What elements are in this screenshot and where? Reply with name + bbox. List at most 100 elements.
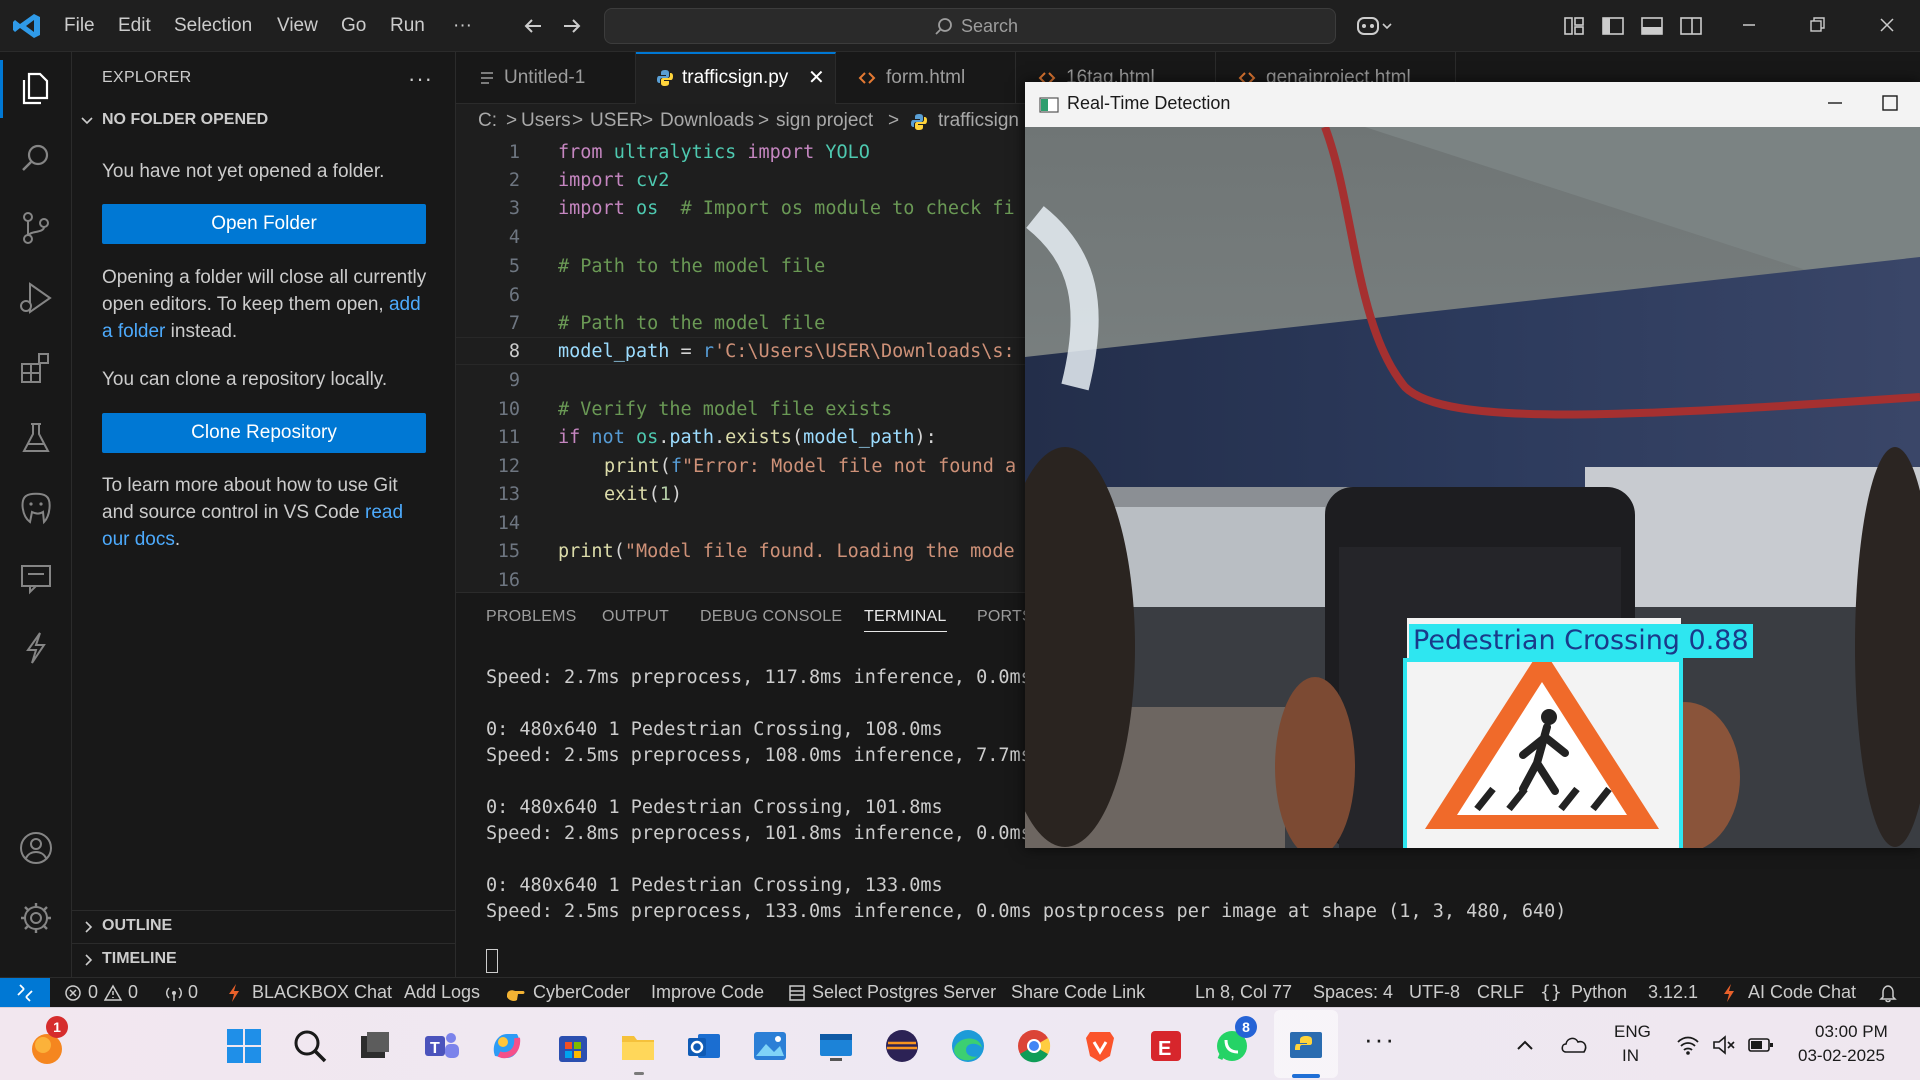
toggle-panel-icon[interactable]: [1638, 12, 1666, 40]
settings-gear-icon[interactable]: [16, 898, 56, 938]
real-time-detection-window[interactable]: Real-Time Detection Pedestrian Crossing …: [1025, 82, 1920, 848]
explorer-icon[interactable]: [16, 68, 56, 108]
chevron-up-icon[interactable]: [1514, 1034, 1536, 1056]
maximize-icon[interactable]: [1878, 91, 1902, 115]
python-app-icon[interactable]: [1286, 1026, 1326, 1066]
tab-form-html[interactable]: form.html: [836, 52, 1016, 104]
outline-section[interactable]: OUTLINE: [72, 910, 456, 943]
minimize-icon[interactable]: [1823, 91, 1847, 115]
indentation[interactable]: Spaces: 4: [1313, 982, 1393, 1003]
menu-edit[interactable]: Edit: [118, 0, 151, 52]
tab-trafficsign-py[interactable]: trafficsign.py ✕: [636, 52, 836, 104]
more-apps-icon[interactable]: ···: [1364, 1024, 1396, 1055]
timeline-section[interactable]: TIMELINE: [72, 943, 456, 976]
windows-start-icon[interactable]: [224, 1026, 264, 1066]
microsoft-store-icon[interactable]: [553, 1026, 593, 1066]
language-indicator-bottom[interactable]: IN: [1622, 1046, 1639, 1066]
breadcrumb-file[interactable]: trafficsign: [938, 110, 1019, 132]
testing-icon[interactable]: [16, 418, 56, 458]
language-indicator-top[interactable]: ENG: [1614, 1022, 1651, 1042]
line-ending[interactable]: CRLF: [1477, 982, 1524, 1003]
copilot-app-icon[interactable]: [487, 1026, 527, 1066]
breadcrumb-drive[interactable]: C:: [478, 110, 497, 132]
tab-terminal[interactable]: TERMINAL: [864, 608, 947, 632]
source-control-icon[interactable]: [16, 208, 56, 248]
speaker-muted-icon[interactable]: [1712, 1034, 1736, 1056]
share-code-link-item[interactable]: Share Code Link: [1011, 982, 1145, 1003]
menu-view[interactable]: View: [277, 0, 318, 52]
restore-icon[interactable]: [1802, 10, 1832, 40]
clock-date[interactable]: 03-02-2025: [1798, 1046, 1885, 1066]
error-icon[interactable]: [64, 984, 82, 1002]
clock-time[interactable]: 03:00 PM: [1815, 1022, 1888, 1042]
remote-indicator[interactable]: [0, 978, 50, 1008]
chat-icon[interactable]: [16, 558, 56, 598]
menu-selection[interactable]: Selection: [174, 0, 252, 52]
command-center-search[interactable]: Search: [604, 8, 1336, 44]
python-version[interactable]: 3.12.1: [1648, 982, 1698, 1003]
breadcrumb-downloads[interactable]: Downloads: [660, 110, 754, 132]
battery-icon[interactable]: [1748, 1035, 1774, 1055]
menu-run[interactable]: Run: [390, 0, 425, 52]
forward-arrow-icon[interactable]: [558, 12, 586, 40]
ports-count[interactable]: 0: [188, 982, 198, 1003]
copilot-icon[interactable]: [1354, 12, 1394, 40]
language-mode[interactable]: Python: [1571, 982, 1627, 1003]
tab-output[interactable]: OUTPUT: [602, 608, 669, 626]
blackbox-chat-item[interactable]: BLACKBOX Chat: [252, 982, 392, 1003]
breadcrumb-users[interactable]: Users: [521, 110, 571, 132]
tab-problems[interactable]: PROBLEMS: [486, 608, 577, 626]
back-arrow-icon[interactable]: [519, 12, 547, 40]
broadcast-icon[interactable]: [163, 984, 185, 1002]
lightning-extension-icon[interactable]: [16, 628, 56, 668]
brave-icon[interactable]: [1080, 1026, 1120, 1066]
cursor-position[interactable]: Ln 8, Col 77: [1195, 982, 1292, 1003]
extensions-icon[interactable]: [16, 348, 56, 388]
menu-go[interactable]: Go: [341, 0, 366, 52]
cybercoder-item[interactable]: CyberCoder: [533, 982, 630, 1003]
onedrive-cloud-icon[interactable]: [1560, 1032, 1590, 1056]
vscode-logo-icon[interactable]: [12, 12, 42, 40]
close-icon[interactable]: [1872, 10, 1902, 40]
warning-icon[interactable]: [104, 984, 122, 1002]
search-icon[interactable]: [290, 1026, 330, 1066]
menu-file[interactable]: File: [64, 0, 95, 52]
postgres-elephant-icon[interactable]: [16, 488, 56, 528]
chevron-down-icon[interactable]: [80, 114, 94, 128]
menu-more[interactable]: ···: [453, 0, 472, 52]
warning-count[interactable]: 0: [128, 982, 138, 1003]
breadcrumb-user[interactable]: USER: [590, 110, 643, 132]
open-folder-button[interactable]: Open Folder: [102, 204, 426, 244]
customize-layout-icon[interactable]: [1560, 12, 1588, 40]
add-logs-item[interactable]: Add Logs: [404, 982, 480, 1003]
toggle-primary-sidebar-icon[interactable]: [1599, 12, 1627, 40]
minimize-icon[interactable]: [1734, 10, 1764, 40]
eclipse-icon[interactable]: [882, 1026, 922, 1066]
error-count[interactable]: 0: [88, 982, 98, 1003]
e-app-icon[interactable]: E: [1146, 1026, 1186, 1066]
teams-icon[interactable]: T: [421, 1026, 461, 1066]
sidebar-more-button[interactable]: ···: [408, 66, 433, 92]
breadcrumb-sign-project[interactable]: sign project: [776, 110, 873, 132]
file-explorer-icon[interactable]: [618, 1026, 658, 1066]
edge-icon[interactable]: [948, 1026, 988, 1066]
no-folder-section-header[interactable]: NO FOLDER OPENED: [102, 111, 268, 129]
bell-icon[interactable]: [1878, 983, 1898, 1003]
toggle-secondary-sidebar-icon[interactable]: [1677, 12, 1705, 40]
run-debug-icon[interactable]: [16, 278, 56, 318]
tab-untitled-1[interactable]: Untitled-1: [456, 52, 636, 104]
detection-window-titlebar[interactable]: Real-Time Detection: [1025, 82, 1920, 127]
photos-icon[interactable]: [750, 1026, 790, 1066]
outlook-icon[interactable]: [684, 1026, 724, 1066]
wifi-icon[interactable]: [1676, 1034, 1700, 1056]
code-editor[interactable]: 1 2 3 4 5 6 7 8 9 10 11 12 13 14 15 16 f…: [456, 140, 1026, 592]
chrome-icon[interactable]: [1014, 1026, 1054, 1066]
search-view-icon[interactable]: [16, 138, 56, 178]
improve-code-item[interactable]: Improve Code: [651, 982, 764, 1003]
select-postgres-item[interactable]: Select Postgres Server: [812, 982, 996, 1003]
tab-close-icon[interactable]: ✕: [808, 54, 825, 102]
clone-repository-button[interactable]: Clone Repository: [102, 413, 426, 453]
encoding[interactable]: UTF-8: [1409, 982, 1460, 1003]
task-view-icon[interactable]: [355, 1026, 395, 1066]
tab-debug-console[interactable]: DEBUG CONSOLE: [700, 608, 842, 626]
